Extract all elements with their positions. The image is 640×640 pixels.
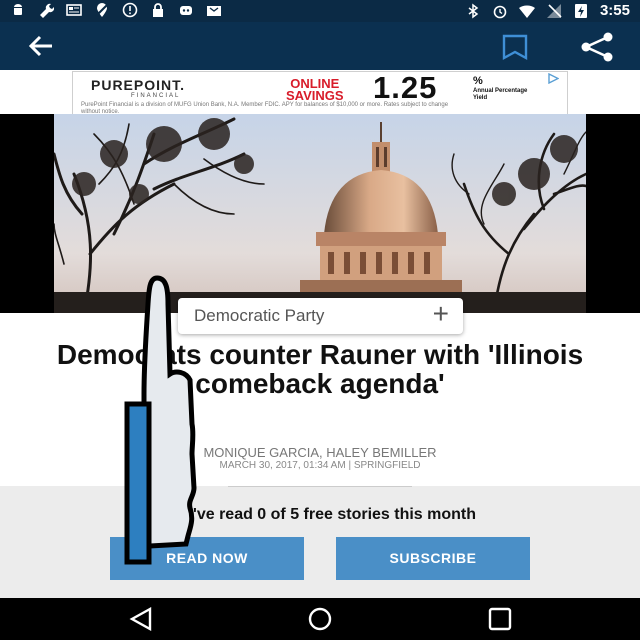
system-nav-bar bbox=[0, 598, 640, 640]
signal-icon bbox=[546, 4, 562, 18]
battery-icon bbox=[574, 4, 587, 18]
ad-offer: ONLINE SAVINGS bbox=[286, 77, 344, 103]
clock: 3:55 bbox=[599, 2, 630, 19]
share-icon[interactable] bbox=[578, 32, 616, 62]
follow-topic-button[interactable]: + bbox=[433, 299, 449, 329]
lock-icon bbox=[153, 3, 163, 17]
alert-icon bbox=[122, 2, 138, 18]
pointing-hand-icon bbox=[124, 275, 197, 565]
subscribe-button[interactable]: SUBSCRIBE bbox=[336, 537, 530, 580]
paywall-banner: You've read 0 of 5 free stories this mon… bbox=[0, 486, 640, 598]
ad-rate-label: Annual Percentage Yield bbox=[473, 88, 528, 101]
bluetooth-icon bbox=[468, 3, 479, 19]
app-bar bbox=[0, 22, 640, 70]
ad-brand: PUREPOINT. bbox=[91, 77, 186, 93]
nav-back-icon[interactable] bbox=[128, 607, 156, 631]
wifi-icon bbox=[518, 5, 535, 18]
ad-offer-line2: SAVINGS bbox=[286, 88, 344, 103]
game-icon bbox=[180, 6, 192, 15]
news-icon bbox=[66, 4, 82, 16]
hero-image-frame bbox=[0, 114, 640, 313]
location-off-icon bbox=[95, 3, 109, 17]
alarm-icon bbox=[493, 5, 507, 19]
ad-banner[interactable]: PUREPOINT. FINANCIAL ONLINE SAVINGS 1.25… bbox=[72, 70, 568, 115]
status-bar: 3:55 bbox=[0, 0, 640, 22]
nav-recents-icon[interactable] bbox=[486, 607, 514, 631]
ad-rate: 1.25 bbox=[373, 70, 438, 105]
back-arrow-icon[interactable] bbox=[26, 32, 56, 60]
ad-choices-icon[interactable] bbox=[547, 73, 559, 84]
article-content[interactable]: PUREPOINT. FINANCIAL ONLINE SAVINGS 1.25… bbox=[0, 70, 640, 598]
ad-percent: % bbox=[473, 75, 483, 87]
inbox-icon bbox=[207, 6, 221, 16]
android-icon bbox=[14, 4, 22, 15]
nav-home-icon[interactable] bbox=[306, 607, 334, 631]
divider bbox=[228, 486, 412, 487]
topic-chip[interactable]: Democratic Party + bbox=[178, 298, 463, 334]
bookmark-icon[interactable] bbox=[500, 33, 530, 61]
ad-brand-sub: FINANCIAL bbox=[131, 93, 181, 99]
wrench-icon bbox=[40, 3, 54, 18]
paywall-message: You've read 0 of 5 free stories this mon… bbox=[163, 506, 477, 523]
topic-label: Democratic Party bbox=[194, 306, 325, 325]
